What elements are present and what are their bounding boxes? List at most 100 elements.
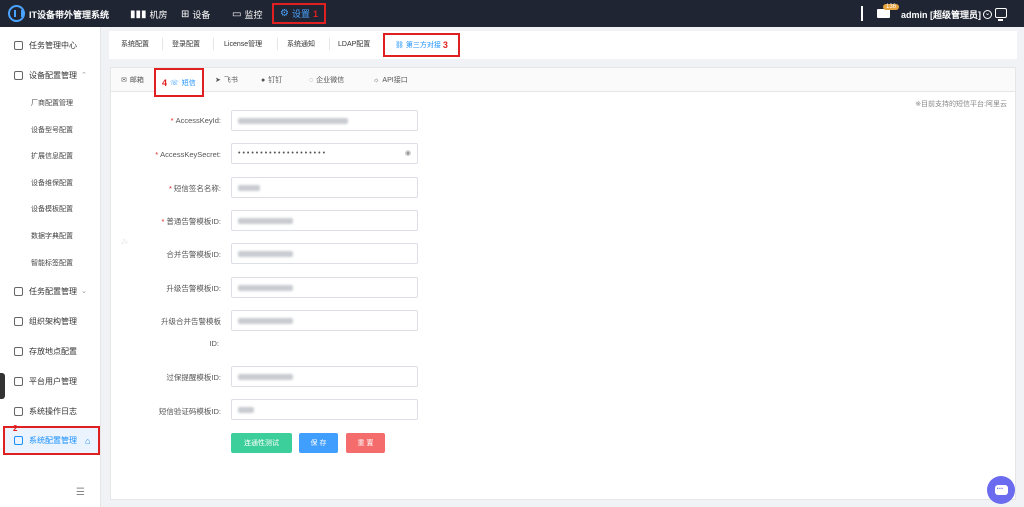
divider <box>329 38 330 50</box>
monitor-icon: ▭ <box>232 8 242 20</box>
upgrade-merged-alarm-template-input[interactable] <box>231 310 418 331</box>
required-mark: * <box>155 150 159 159</box>
normal-alarm-template-input[interactable] <box>231 210 418 231</box>
redacted-value <box>238 284 293 291</box>
tab-feishu[interactable]: ➤ 飞书 <box>215 75 238 85</box>
divider <box>277 38 278 50</box>
tab-dingtalk[interactable]: ● 钉钉 <box>261 75 282 85</box>
tab-label: 飞书 <box>223 77 238 84</box>
sidebar-item-location[interactable]: 存放地点配置 <box>0 343 101 359</box>
access-key-id-input[interactable] <box>231 110 418 131</box>
sidebar-item-logs[interactable]: 系统操作日志 <box>0 403 101 419</box>
sidebar-item-warranty[interactable]: 设备维保配置 <box>0 175 101 191</box>
sidebar-item-users[interactable]: 平台用户管理 <box>0 373 101 389</box>
tab-notifications[interactable]: 系统通知 <box>287 39 315 49</box>
save-button[interactable]: 保 存 <box>299 433 338 453</box>
nav-machine-room[interactable]: ▮▮▮ 机房 <box>126 6 172 22</box>
tab-label: 企业微信 <box>316 77 345 84</box>
reset-button[interactable]: 重 置 <box>346 433 385 453</box>
tab-wecom[interactable]: ◌ 企业微信 <box>309 75 344 85</box>
tab-login-config[interactable]: 登录配置 <box>172 39 200 49</box>
log-icon <box>14 406 23 416</box>
bar-chart-icon: ▮▮▮ <box>130 8 147 20</box>
chat-icon <box>994 482 1008 495</box>
tab-api[interactable]: ☼ API接口 <box>373 75 408 85</box>
tab-ldap[interactable]: LDAP配置 <box>338 39 370 49</box>
sms-config-panel: ✉ 邮箱 4 ☏ 短信 ➤ 飞书 ● 钉钉 ◌ 企业微信 ☼ API接口 ※目前支持的短信平… <box>110 67 1016 500</box>
field-label: 升级合并告警模板 ID: <box>161 317 221 348</box>
sidebar-item-device-config[interactable]: 设备配置管理 ⌃ <box>0 67 101 83</box>
sidebar-item-label: 设备型号配置 <box>31 127 73 134</box>
redacted-value <box>238 406 254 413</box>
sliders-icon <box>14 286 23 296</box>
sidebar-item-label: 设备维保配置 <box>31 180 73 187</box>
sidebar-item-tags[interactable]: 智能标签配置 <box>0 255 101 271</box>
warranty-reminder-template-input[interactable] <box>231 366 418 387</box>
tab-sms[interactable]: 4 ☏ 短信 <box>154 68 204 97</box>
step-marker: 1 <box>312 8 318 19</box>
platform-note: ※目前支持的短信平台:阿里云 <box>915 101 1007 108</box>
sidebar-item-task-config[interactable]: 任务配置管理 ⌄ <box>0 283 101 299</box>
sidebar-item-label: 任务管理中心 <box>29 40 77 50</box>
required-mark: * <box>161 217 165 226</box>
sidebar-item-label: 任务配置管理 <box>29 286 77 296</box>
redacted-value <box>238 373 293 380</box>
dingtalk-icon: ● <box>261 76 266 84</box>
sms-sign-name-input[interactable] <box>231 177 418 198</box>
fullscreen-icon[interactable] <box>995 8 1007 21</box>
user-menu[interactable]: admin [超级管理员] ⌄ <box>901 8 992 21</box>
required-mark: * <box>168 184 172 193</box>
chat-support-button[interactable] <box>987 476 1015 504</box>
field-label: * AccessKeyId: <box>170 116 221 125</box>
upgrade-alarm-template-input[interactable] <box>231 277 418 298</box>
redacted-value <box>238 184 260 191</box>
mail-icon[interactable] <box>877 9 890 18</box>
redacted-value <box>238 317 293 324</box>
sidebar-item-org[interactable]: 组织架构管理 <box>0 313 101 329</box>
divider <box>861 6 863 21</box>
test-connection-button[interactable]: 连通性测试 <box>231 433 292 453</box>
divider <box>213 38 214 50</box>
nav-devices[interactable]: ⊞ 设备 <box>177 6 214 22</box>
tab-third-party[interactable]: ⛓ 第三方对接 3 <box>383 33 460 57</box>
location-icon <box>14 346 23 356</box>
sidebar: 任务管理中心 设备配置管理 ⌃ 厂商配置管理 设备型号配置 扩展信息配置 设备维… <box>0 27 101 507</box>
tab-license[interactable]: License管理 <box>224 39 262 49</box>
link-icon: ⛓ <box>395 42 404 49</box>
tab-label: 钉钉 <box>268 77 283 84</box>
field-label: * AccessKeySecret: <box>155 150 221 159</box>
nav-monitor[interactable]: ▭ 监控 <box>228 6 266 22</box>
sidebar-item-label: 系统操作日志 <box>29 406 77 416</box>
send-icon: ➤ <box>215 77 221 84</box>
sidebar-item-system-config[interactable]: 2 系统配置管理 ⌂ <box>3 424 100 455</box>
chevron-down-icon: ⌄ <box>983 10 992 19</box>
access-key-secret-input[interactable]: •••••••••••••••••••• ◉ <box>231 143 418 164</box>
sidebar-item-dictionary[interactable]: 数据字典配置 <box>0 228 101 244</box>
sidebar-item-extension[interactable]: 扩展信息配置 <box>0 148 101 164</box>
redacted-value <box>238 250 293 257</box>
org-icon <box>14 316 23 326</box>
tab-system-config[interactable]: 系统配置 <box>121 39 149 49</box>
merged-alarm-template-input[interactable] <box>231 243 418 264</box>
sidebar-item-vendor[interactable]: 厂商配置管理 <box>0 95 101 111</box>
sidebar-item-label: 厂商配置管理 <box>31 100 73 107</box>
step-marker: 2 <box>13 424 18 433</box>
nav-settings[interactable]: ⚙ 设置 1 <box>272 3 326 24</box>
tab-label: API接口 <box>382 77 408 84</box>
notification-badge: 136 <box>883 4 900 10</box>
sidebar-item-model[interactable]: 设备型号配置 <box>0 122 101 138</box>
sms-verify-template-input[interactable] <box>231 399 418 420</box>
chevron-down-icon: ⌄ <box>81 288 87 295</box>
sidebar-item-label: 智能标签配置 <box>31 260 73 267</box>
tab-email[interactable]: ✉ 邮箱 <box>121 75 144 85</box>
field-label: 短信验证码模板ID: <box>158 407 221 416</box>
collapse-menu-icon[interactable]: ☰ <box>76 487 85 498</box>
divider <box>162 38 163 50</box>
sidebar-item-task-center[interactable]: 任务管理中心 <box>0 37 101 53</box>
top-bar: IT设备带外管理系统 ▮▮▮ 机房 ⊞ 设备 ▭ 监控 ⚙ 设置 1 136 a… <box>0 0 1024 27</box>
gear-icon: ⚙ <box>280 8 289 19</box>
sidebar-item-template[interactable]: 设备模板配置 <box>0 201 101 217</box>
tab-label: 第三方对接 <box>405 42 441 49</box>
side-drawer-handle[interactable] <box>0 373 5 399</box>
eye-icon[interactable]: ◉ <box>405 149 413 157</box>
